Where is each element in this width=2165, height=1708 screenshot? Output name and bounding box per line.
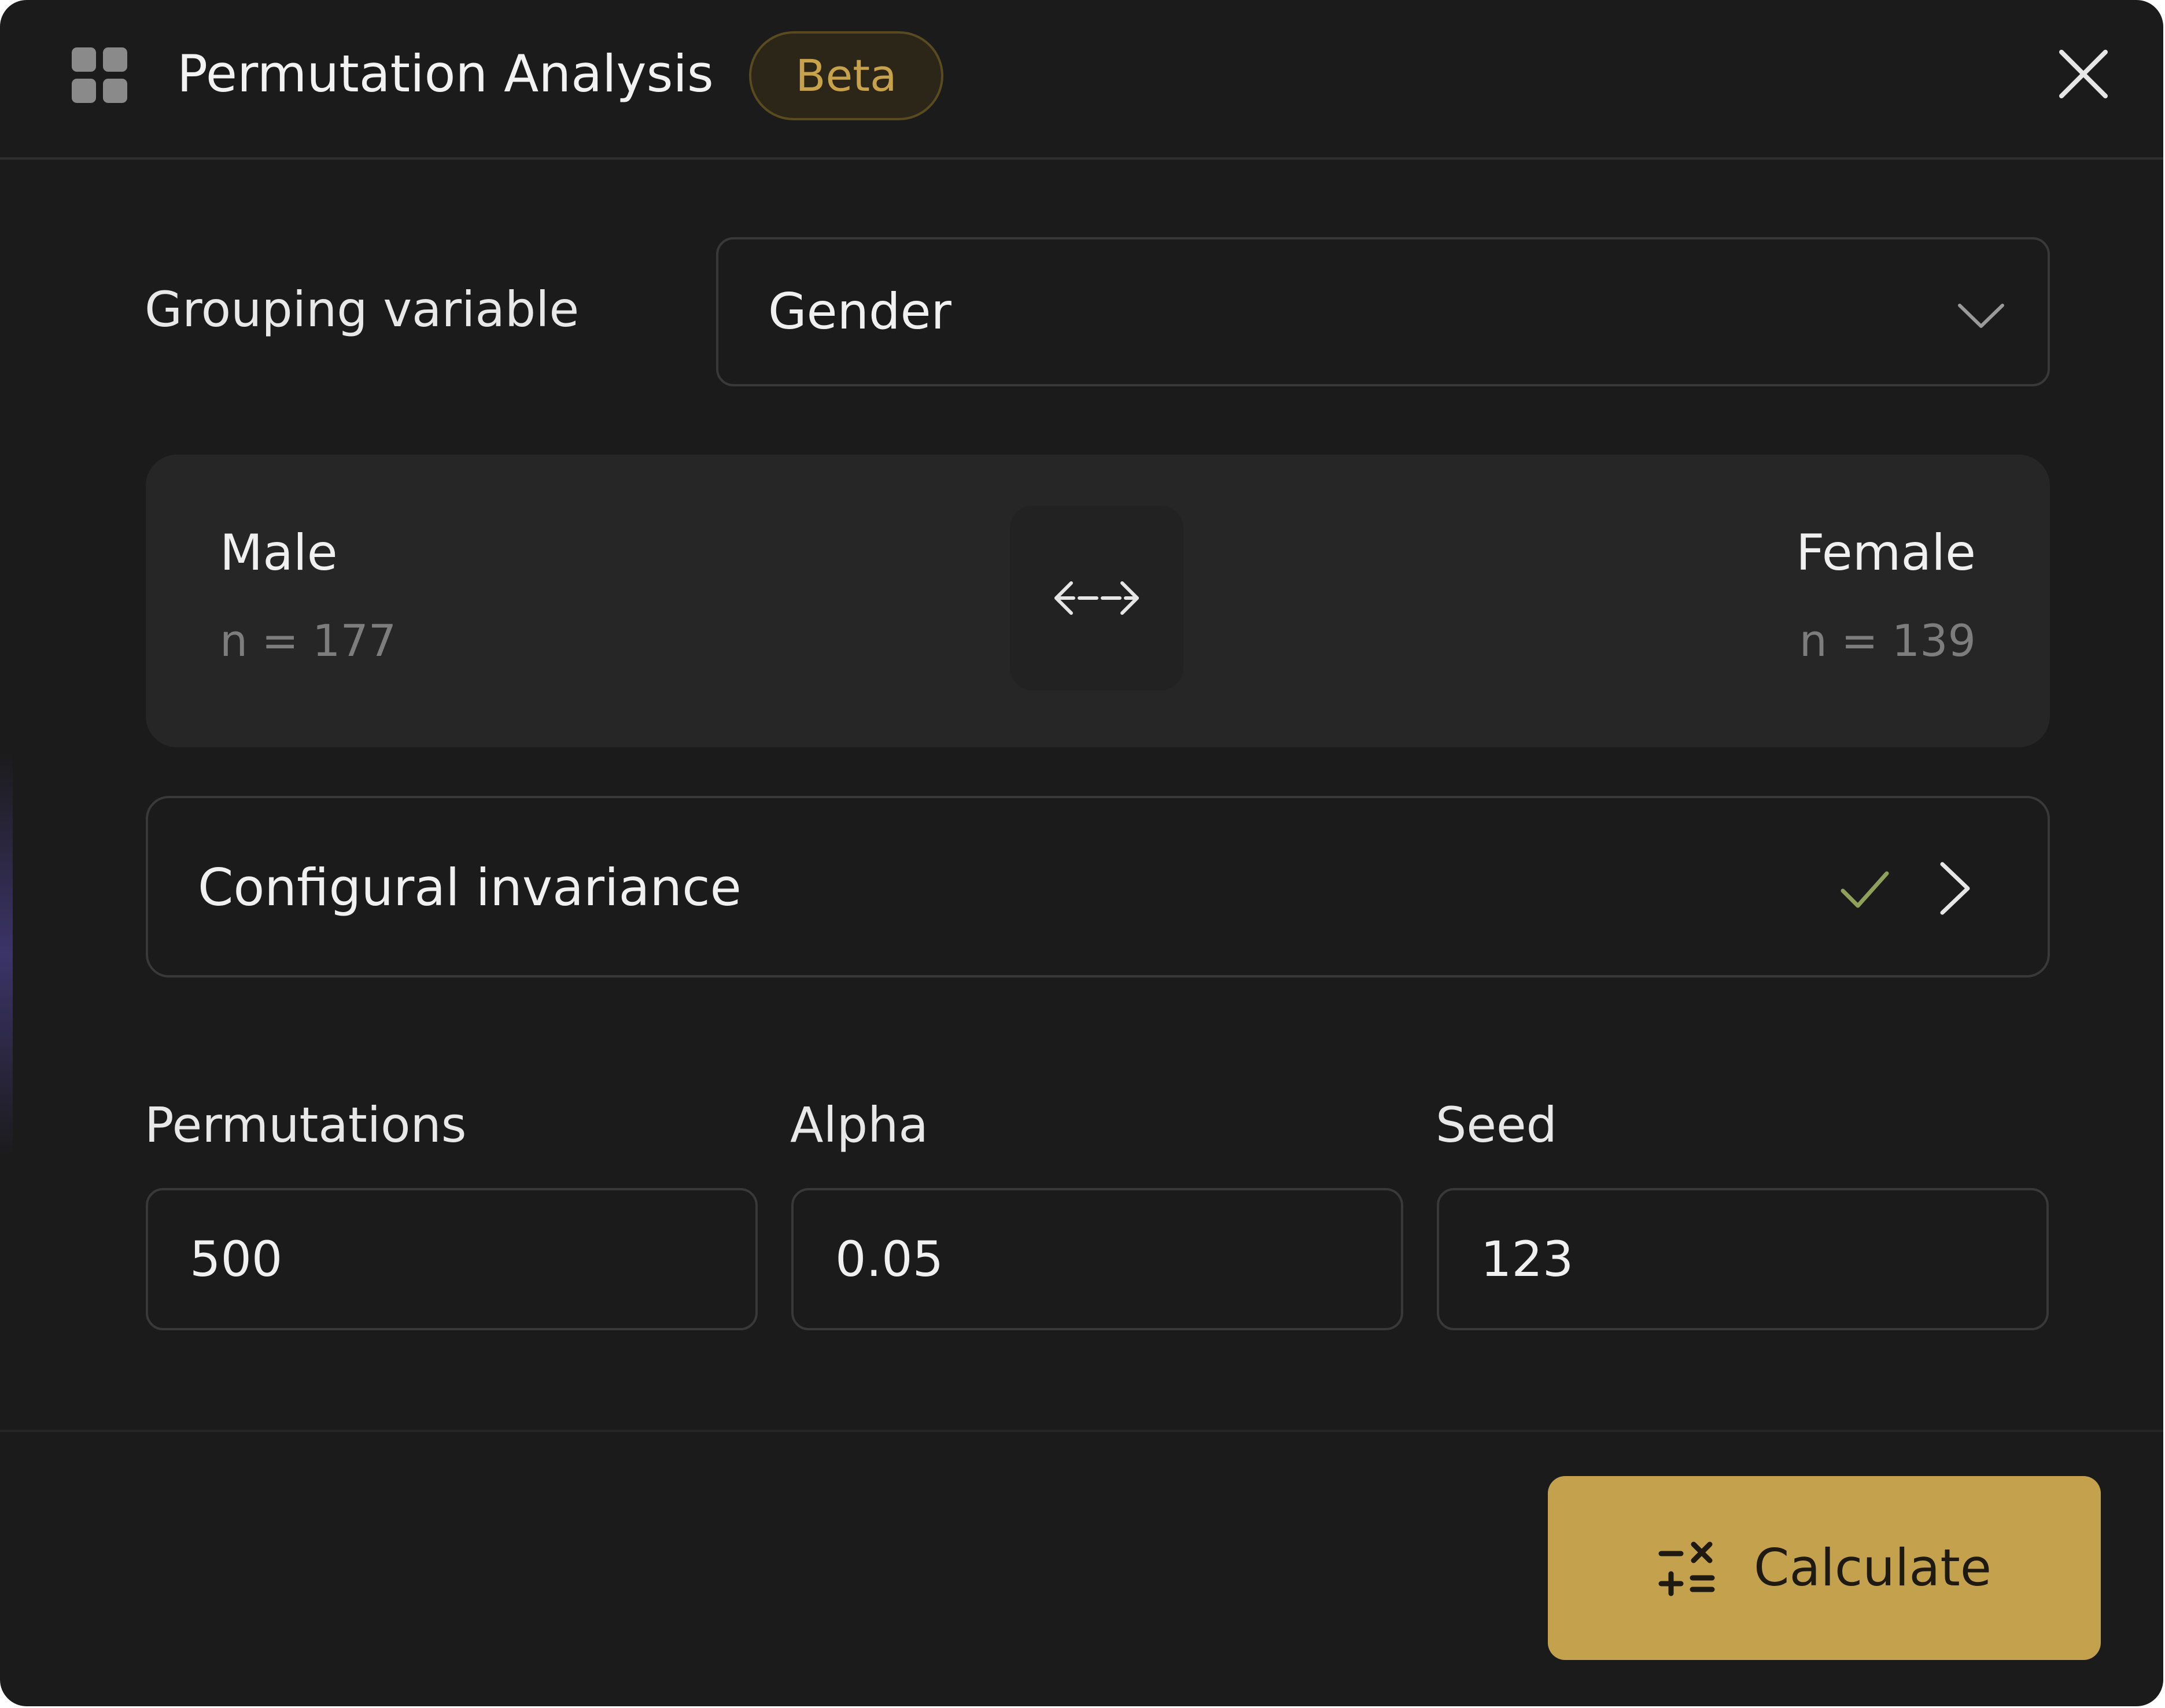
- grid-icon: [72, 47, 127, 103]
- grouping-variable-value: Gender: [768, 283, 951, 341]
- groups-comparison-panel: Male n = 177 Female n = 139: [146, 455, 2050, 747]
- grouping-variable-label: Grouping variable: [145, 281, 580, 338]
- grouping-variable-select[interactable]: Gender: [716, 237, 2050, 386]
- chevron-right-icon: [1940, 862, 1970, 915]
- alpha-input[interactable]: [791, 1188, 1403, 1330]
- swap-arrows-icon: [1054, 581, 1139, 615]
- background-glow: [0, 752, 13, 1157]
- group-right-name: Female: [1796, 524, 1976, 582]
- group-left-count: n = 177: [220, 615, 397, 666]
- group-left-name: Male: [220, 524, 338, 582]
- permutation-analysis-dialog: Permutation Analysis Beta Grouping varia…: [0, 0, 2163, 1706]
- close-button[interactable]: [2053, 44, 2114, 104]
- calculator-icon: [1658, 1541, 1715, 1596]
- swap-groups-button[interactable]: [1010, 506, 1183, 691]
- seed-label: Seed: [1436, 1097, 1557, 1153]
- permutations-label: Permutations: [145, 1097, 467, 1153]
- configural-invariance-label: Configural invariance: [198, 858, 742, 917]
- seed-input[interactable]: [1437, 1188, 2049, 1330]
- dialog-title: Permutation Analysis: [177, 44, 714, 104]
- dialog-header: Permutation Analysis Beta: [0, 0, 2163, 160]
- close-icon: [2059, 50, 2108, 98]
- beta-badge: Beta: [749, 31, 943, 120]
- configural-invariance-row[interactable]: Configural invariance: [146, 796, 2050, 977]
- alpha-label: Alpha: [790, 1097, 928, 1153]
- calculate-button[interactable]: Calculate: [1548, 1476, 2101, 1660]
- group-right-count: n = 139: [1799, 615, 1976, 666]
- permutations-input[interactable]: [146, 1188, 758, 1330]
- chevron-down-icon: [1958, 304, 2004, 328]
- footer-divider: [0, 1430, 2163, 1432]
- calculate-label: Calculate: [1754, 1538, 1991, 1598]
- check-icon: [1841, 871, 1889, 908]
